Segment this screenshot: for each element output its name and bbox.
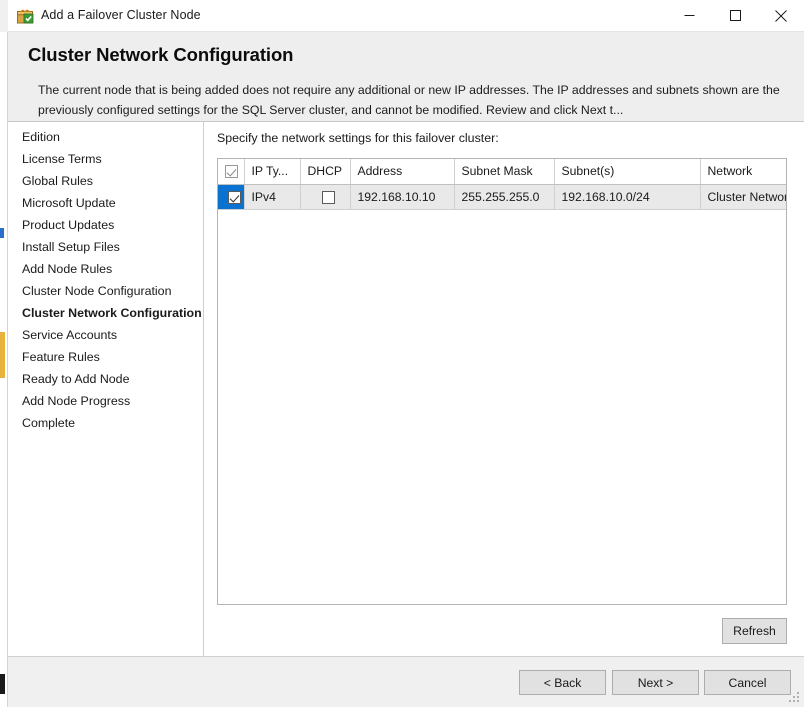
table-header: IP Ty... DHCP Address Subnet Mask Subnet… [218,159,786,185]
page-header: Cluster Network Configuration The curren… [8,32,804,122]
sidebar-item-service-accounts[interactable]: Service Accounts [8,325,204,345]
body-area: Edition License Terms Global Rules Microsof… [8,122,804,656]
network-settings-grid[interactable]: IP Ty... DHCP Address Subnet Mask Subnet… [217,158,787,605]
sidebar-item-cluster-network-configuration[interactable]: Cluster Network Configuration [8,303,204,323]
column-header-ip-type[interactable]: IP Ty... [244,159,301,185]
row-select-checkbox[interactable] [227,190,241,204]
title-bar: Add a Failover Cluster Node [8,0,804,32]
sidebar-item-feature-rules[interactable]: Feature Rules [8,347,204,367]
footer-bar: < Back Next > Cancel [8,656,804,707]
table-row[interactable]: IPv4 192.168.10.10 255.255.255.0 192.168… [218,184,786,210]
minimize-icon[interactable] [666,0,712,31]
background-accent-blue [0,228,4,238]
sidebar-item-microsoft-update[interactable]: Microsoft Update [8,193,204,213]
close-icon[interactable] [758,0,804,31]
back-button[interactable]: < Back [519,670,606,695]
select-all-header-cell[interactable] [218,159,245,185]
column-header-address[interactable]: Address [350,159,455,185]
column-header-network[interactable]: Network [700,159,786,185]
cell-ip-type: IPv4 [244,184,301,210]
sidebar-item-add-node-progress[interactable]: Add Node Progress [8,391,204,411]
column-header-dhcp[interactable]: DHCP [300,159,351,185]
select-all-checkbox[interactable] [225,165,238,179]
sidebar-item-license-terms[interactable]: License Terms [8,149,204,169]
window-title: Add a Failover Cluster Node [41,8,201,22]
sidebar-item-edition[interactable]: Edition [8,127,204,147]
main-pane: Specify the network settings for this fa… [205,122,804,656]
wizard-steps-list: Edition License Terms Global Rules Microsof… [8,127,204,433]
row-select-cell[interactable] [218,184,245,210]
next-button[interactable]: Next > [612,670,699,695]
sidebar-item-cluster-node-configuration[interactable]: Cluster Node Configuration [8,281,204,301]
cell-subnet-mask: 255.255.255.0 [454,184,555,210]
background-accent-orange [0,332,5,378]
cell-subnets: 192.168.10.0/24 [554,184,701,210]
cell-address: 192.168.10.10 [350,184,455,210]
setup-package-icon [16,7,34,25]
refresh-button[interactable]: Refresh [722,618,787,644]
maximize-icon[interactable] [712,0,758,31]
sidebar-item-add-node-rules[interactable]: Add Node Rules [8,259,204,279]
network-table: IP Ty... DHCP Address Subnet Mask Subnet… [218,159,786,210]
cell-network: Cluster Network 1 [700,184,786,210]
sidebar-item-product-updates[interactable]: Product Updates [8,215,204,235]
column-header-subnet-mask[interactable]: Subnet Mask [454,159,555,185]
sidebar-item-ready-to-add-node[interactable]: Ready to Add Node [8,369,204,389]
resize-grip[interactable] [789,692,801,704]
cell-dhcp[interactable] [300,184,351,210]
page-title: Cluster Network Configuration [28,44,294,65]
background-window-sliver [0,32,8,707]
wizard-steps-sidebar: Edition License Terms Global Rules Microsof… [8,122,204,656]
sidebar-item-complete[interactable]: Complete [8,413,204,433]
instruction-label: Specify the network settings for this fa… [217,131,499,145]
column-header-subnets[interactable]: Subnet(s) [554,159,701,185]
sidebar-item-global-rules[interactable]: Global Rules [8,171,204,191]
page-description: The current node that is being added doe… [38,83,780,117]
background-accent-dark [0,674,5,694]
dhcp-checkbox[interactable] [322,190,335,204]
table-body: IPv4 192.168.10.10 255.255.255.0 192.168… [218,184,786,210]
add-failover-cluster-node-window: Add a Failover Cluster Node Cluster Netw… [0,0,804,707]
table-header-row: IP Ty... DHCP Address Subnet Mask Subnet… [218,159,786,185]
cancel-button[interactable]: Cancel [704,670,791,695]
sidebar-item-install-setup-files[interactable]: Install Setup Files [8,237,204,257]
